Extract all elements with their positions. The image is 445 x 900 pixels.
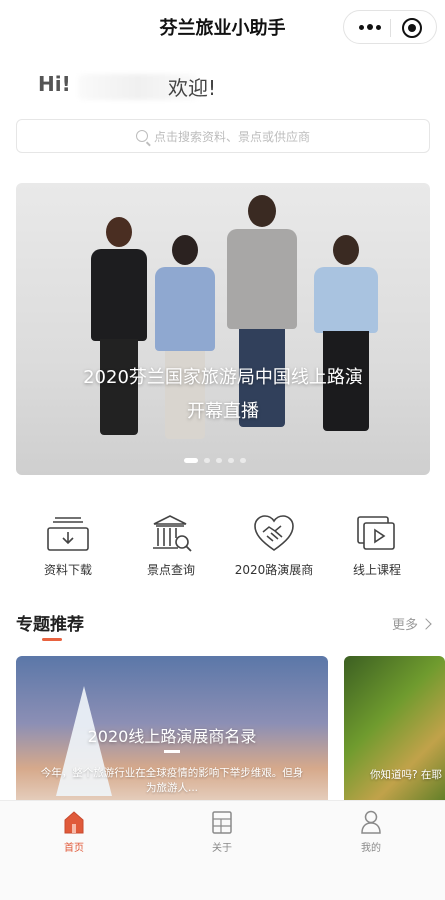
more-link[interactable]: 更多: [391, 614, 432, 633]
quick-link-attractions[interactable]: 景点查询: [116, 512, 226, 578]
download-tray-icon: [45, 512, 91, 554]
tab-label: 我的: [361, 843, 381, 854]
tab-about[interactable]: 关于: [172, 809, 272, 854]
miniprogram-capsule: [343, 10, 437, 44]
more-dots-icon[interactable]: [356, 17, 384, 37]
document-icon: [211, 809, 233, 835]
section-title: 专题推荐: [16, 615, 84, 635]
section-underline: [42, 638, 62, 641]
museum-search-icon: [148, 512, 194, 554]
quick-link-label: 2020路演展商: [234, 563, 314, 577]
quick-link-label: 景点查询: [146, 563, 195, 577]
greeting-welcome: 欢迎!: [168, 76, 217, 100]
tab-label: 首页: [64, 843, 84, 854]
greeting: Hi! 欢迎!: [38, 72, 418, 102]
quick-link-label: 资料下载: [43, 563, 92, 577]
search-icon: [135, 130, 148, 142]
section-header: 专题推荐 更多: [16, 610, 432, 642]
quick-link-courses[interactable]: 线上课程: [322, 512, 432, 578]
card-title: 2020线上路演展商名录: [87, 727, 257, 746]
tab-home[interactable]: 首页: [24, 809, 124, 854]
carousel-dot[interactable]: [184, 458, 198, 463]
quick-link-exhibitors[interactable]: 2020路演展商: [219, 512, 329, 578]
search-box[interactable]: 点击搜索资料、景点或供应商: [16, 119, 430, 153]
topic-card[interactable]: 你知道吗? 在耶: [344, 656, 445, 806]
top-bar: 芬兰旅业小助手: [0, 0, 445, 56]
card-description: 今年，整个旅游行业在全球疫情的影响下举步维艰。但身为旅游人...: [40, 767, 304, 794]
quick-links: 资料下载 景点查询 2020路演展商 线上课程: [0, 512, 445, 582]
tab-bar: 首页 关于 我的: [0, 800, 445, 900]
quick-link-download[interactable]: 资料下载: [13, 512, 123, 578]
carousel-dot[interactable]: [240, 458, 246, 463]
target-icon[interactable]: [402, 18, 422, 38]
home-icon: [63, 809, 85, 835]
video-play-icon: [354, 512, 400, 554]
banner-caption-line1: 2020芬兰国家旅游局中国线上路演: [83, 367, 363, 388]
tab-mine[interactable]: 我的: [321, 809, 421, 854]
handshake-heart-icon: [251, 512, 297, 554]
greeting-hi: Hi!: [38, 72, 71, 96]
carousel-indicator: [184, 458, 246, 463]
banner-carousel[interactable]: 2020芬兰国家旅游局中国线上路演 开幕直播: [16, 183, 430, 475]
card-title-divider: [164, 750, 180, 753]
capsule-divider: [390, 19, 391, 37]
carousel-dot[interactable]: [216, 458, 222, 463]
carousel-dot[interactable]: [204, 458, 210, 463]
card-description: 你知道吗? 在耶: [370, 769, 442, 781]
carousel-dot[interactable]: [228, 458, 234, 463]
user-icon: [360, 809, 382, 835]
topic-card[interactable]: 2020线上路演展商名录 今年，整个旅游行业在全球疫情的影响下举步维艰。但身为旅…: [16, 656, 328, 806]
quick-link-label: 线上课程: [352, 563, 401, 577]
more-label: 更多: [391, 618, 418, 633]
chevron-right-icon: [420, 618, 432, 630]
tab-label: 关于: [212, 843, 232, 854]
banner-caption-line2: 开幕直播: [187, 401, 259, 422]
search-placeholder: 点击搜索资料、景点或供应商: [153, 129, 310, 144]
